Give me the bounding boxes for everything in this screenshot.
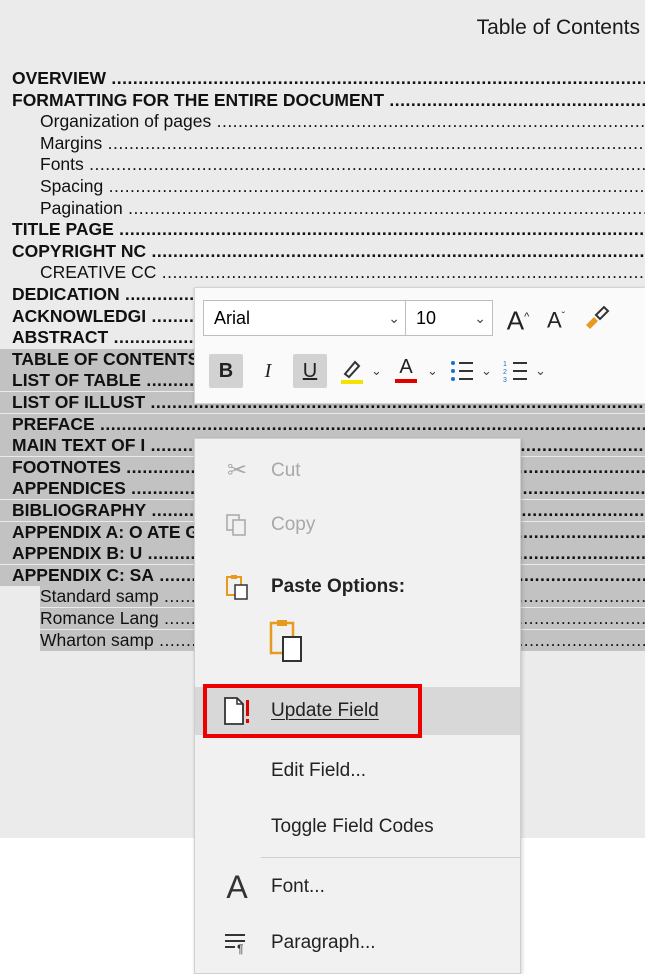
menu-item-copy[interactable]: Copy <box>195 501 520 549</box>
shrink-font-icon: A <box>546 307 562 333</box>
menu-separator <box>261 857 520 858</box>
toc-entry[interactable]: Spacing <box>0 176 645 197</box>
update-field-callout <box>203 684 422 738</box>
menu-item-paragraph[interactable]: ¶ Paragraph... <box>195 919 520 967</box>
font-size-value: 10 <box>416 308 437 328</box>
numbering-button[interactable]: 1 2 3 <box>499 354 533 388</box>
format-painter-button[interactable] <box>579 300 613 334</box>
font-size-combobox[interactable]: 10 ⌄ <box>405 300 493 336</box>
toc-entry-text: Pagination <box>40 198 645 219</box>
underline-icon: U <box>302 360 318 382</box>
chevron-down-icon: ⌄ <box>388 310 400 326</box>
font-name-value: Arial <box>214 308 251 328</box>
menu-item-label: Paragraph... <box>271 932 376 953</box>
mini-toolbar: Arial ⌄ 10 ⌄ A^ Aˇ B I U ⌄ A ⌄ ⌄ 1 2 3 ⌄ <box>194 287 645 404</box>
bold-button[interactable]: B <box>209 354 243 388</box>
underline-button[interactable]: U <box>293 354 327 388</box>
toc-entry-text: OVERVIEW <box>12 68 645 89</box>
paste-icon <box>269 620 302 662</box>
chevron-down-icon[interactable]: ⌄ <box>371 354 382 388</box>
toc-entry[interactable]: FORMATTING FOR THE ENTIRE DOCUMENT <box>0 90 645 111</box>
scissors-icon: ✂ <box>226 457 248 484</box>
menu-item-edit-field[interactable]: Edit Field... <box>195 747 520 795</box>
toc-entry-text: TITLE PAGE <box>12 219 645 240</box>
menu-item-label: Paste Options: <box>271 576 406 597</box>
menu-item-label: Copy <box>271 514 316 535</box>
menu-item-paste-options: Paste Options: <box>195 563 520 611</box>
menu-item-cut[interactable]: ✂ Cut <box>195 447 520 495</box>
grow-font-button[interactable]: A^ <box>501 300 535 336</box>
italic-button[interactable]: I <box>251 354 285 388</box>
toc-entry[interactable]: Margins <box>0 133 645 154</box>
toc-entry-text: PREFACE <box>12 414 645 435</box>
numbering-icon: 1 2 3 <box>503 361 527 384</box>
font-icon: A <box>226 869 248 905</box>
paste-icon <box>217 569 257 605</box>
italic-icon: I <box>264 360 272 382</box>
svg-text:3: 3 <box>503 377 507 384</box>
font-color-swatch <box>395 379 417 383</box>
toc-entry-text: COPYRIGHT NC <box>12 241 645 262</box>
toc-entry[interactable]: Pagination <box>0 198 645 219</box>
bold-icon: B <box>218 360 234 382</box>
toc-entry-text: Fonts <box>40 154 645 175</box>
svg-text:¶: ¶ <box>237 942 243 955</box>
menu-item-label: Cut <box>271 460 301 481</box>
grow-font-icon: A <box>506 305 525 336</box>
svg-text:1: 1 <box>503 361 507 368</box>
font-color-icon: A <box>399 356 413 378</box>
toc-entry[interactable]: Organization of pages <box>0 111 645 132</box>
menu-item-font[interactable]: A Font... <box>195 863 520 911</box>
font-name-combobox[interactable]: Arial ⌄ <box>203 300 407 336</box>
chevron-down-icon[interactable]: ⌄ <box>481 354 492 388</box>
paste-keep-text-only-button[interactable] <box>265 617 317 667</box>
menu-item-label: Font... <box>271 876 325 897</box>
toc-entry-text: Margins <box>40 133 645 154</box>
shrink-font-button[interactable]: Aˇ <box>539 300 573 334</box>
svg-text:2: 2 <box>503 369 507 376</box>
highlight-button[interactable] <box>335 354 369 388</box>
toc-entry-text: FORMATTING FOR THE ENTIRE DOCUMENT <box>12 90 645 111</box>
toc-entry[interactable]: TITLE PAGE <box>0 219 645 240</box>
copy-icon <box>217 507 257 543</box>
toc-entry[interactable]: Fonts <box>0 154 645 175</box>
toc-entry[interactable]: PREFACE <box>0 413 645 435</box>
menu-item-toggle-field-codes[interactable]: Toggle Field Codes <box>195 803 520 851</box>
font-color-button[interactable]: A <box>389 354 423 388</box>
paragraph-icon: ¶ <box>217 925 257 961</box>
toc-entry[interactable]: CREATIVE CC <box>0 262 645 283</box>
toc-entry-text: Spacing <box>40 176 645 197</box>
bullets-button[interactable] <box>445 354 479 388</box>
toc-entry[interactable]: COPYRIGHT NC <box>0 241 645 262</box>
toc-heading: Table of Contents <box>476 16 640 39</box>
menu-item-label: Toggle Field Codes <box>271 816 434 837</box>
highlighter-icon <box>341 360 363 384</box>
chevron-down-icon[interactable]: ⌄ <box>427 354 438 388</box>
toc-entry-text: CREATIVE CC <box>40 262 645 283</box>
format-painter-icon <box>586 305 610 329</box>
bullets-icon <box>451 361 473 381</box>
chevron-down-icon[interactable]: ⌄ <box>535 354 546 388</box>
menu-item-label: Edit Field... <box>271 760 367 781</box>
toc-entry[interactable]: OVERVIEW <box>0 68 645 89</box>
chevron-down-icon: ⌄ <box>474 310 486 326</box>
toc-entry-text: Organization of pages <box>40 111 645 132</box>
